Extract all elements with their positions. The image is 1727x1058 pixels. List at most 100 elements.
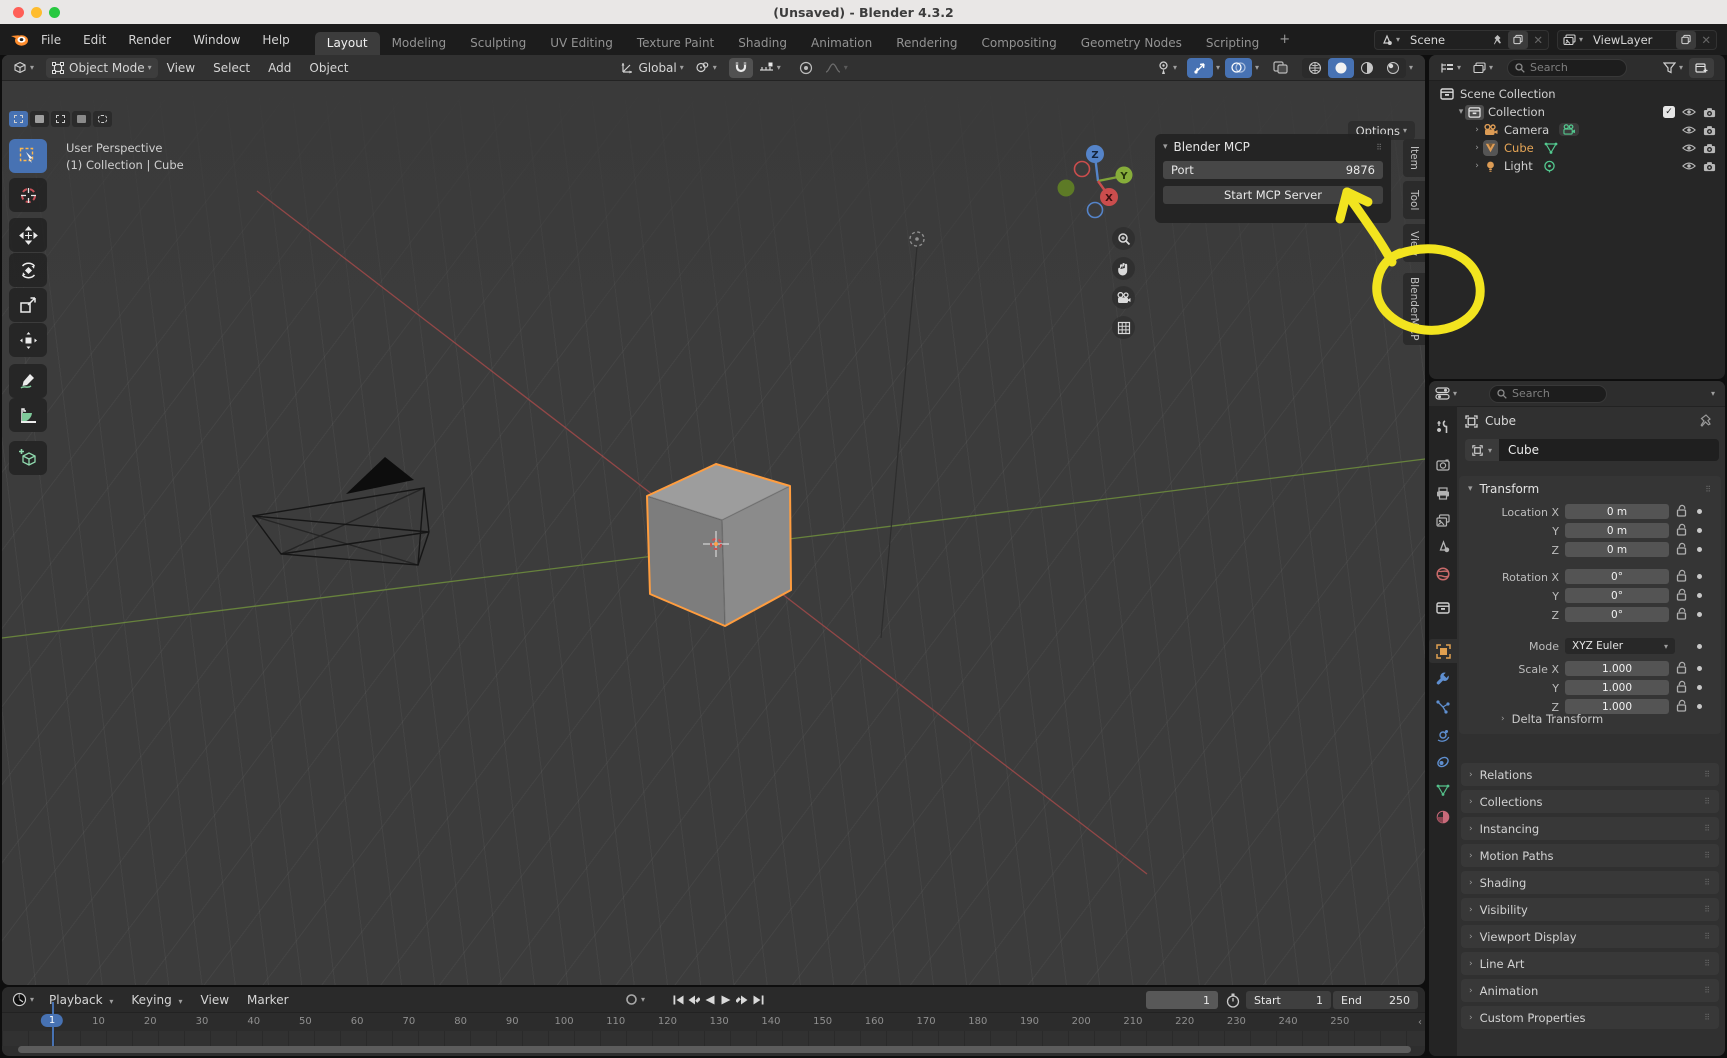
animate-property-dot[interactable] [1697,509,1702,514]
annotate-tool[interactable] [9,364,47,398]
properties-tab-physics[interactable] [1429,723,1457,747]
pin-scene-icon[interactable] [1487,31,1508,49]
properties-tab-world[interactable] [1429,562,1457,586]
animate-property-dot[interactable] [1697,528,1702,533]
new-collection-button[interactable] [1689,58,1714,78]
hide-viewport-eye-icon[interactable] [1681,141,1696,156]
timeline-keyframe-area[interactable] [2,1031,1425,1046]
hide-viewport-eye-icon[interactable] [1681,159,1696,174]
shading-options-chevron[interactable]: ▾ [1409,63,1413,72]
properties-tab-collection[interactable] [1429,596,1457,620]
end-frame-field[interactable]: End250 [1333,991,1418,1009]
collection-checkbox[interactable]: ✓ [1663,106,1675,118]
next-keyframe-button[interactable] [734,991,750,1009]
animate-property-dot[interactable] [1697,644,1702,649]
sidebar-tab-item[interactable]: Item [1403,139,1425,177]
pan-view-icon[interactable] [1112,257,1135,280]
properties-tab-object-data[interactable] [1429,778,1457,802]
lock-icon[interactable] [1676,680,1689,694]
timeline-ruler[interactable]: 1102030405060708090100110120130140150160… [2,1013,1425,1031]
editor-type-timeline-icon[interactable]: ▾ [6,990,40,1010]
camera-view-icon[interactable] [1112,286,1135,309]
shading-solid-button[interactable] [1328,58,1354,78]
workspace-tab-geometry-nodes[interactable]: Geometry Nodes [1069,32,1194,55]
transform-value-field[interactable]: 0° [1565,569,1669,584]
auto-keying-toggle[interactable]: ▾ [619,990,651,1010]
transform-value-field[interactable]: 0° [1565,607,1669,622]
outliner-row-collection[interactable]: ▾Collection✓ [1429,103,1725,121]
menu-help[interactable]: Help [251,24,300,55]
rotation-mode-dropdown[interactable]: XYZ Euler▾ [1565,638,1675,654]
workspace-tab-rendering[interactable]: Rendering [884,32,969,55]
current-frame-field[interactable]: 1 [1146,991,1218,1009]
timeline-menu-view[interactable]: View [192,993,238,1007]
new-scene-button[interactable] [1508,31,1528,49]
show-overlays-toggle[interactable] [1225,58,1252,78]
unlink-scene-icon[interactable]: ✕ [1528,31,1548,49]
viewlayer-name[interactable]: ViewLayer [1588,31,1676,49]
timeline-collapse-arrow[interactable]: ‹ [1418,1017,1422,1028]
animate-property-dot[interactable] [1697,666,1702,671]
timeline-menu-marker[interactable]: Marker [238,993,297,1007]
mcp-port-field[interactable]: Port 9876 [1163,161,1383,179]
move-tool[interactable] [9,218,47,252]
transform-orientation-dropdown[interactable]: Global▾ [615,58,689,78]
prev-keyframe-button[interactable] [686,991,702,1009]
select-mode-box[interactable] [30,111,49,127]
transform-tool[interactable] [9,323,47,357]
transform-value-field[interactable]: 0 m [1565,542,1669,557]
scene-name[interactable]: Scene [1405,31,1487,49]
disable-render-camera-icon[interactable] [1702,105,1717,120]
properties-tab-particles[interactable] [1429,695,1457,719]
lock-icon[interactable] [1676,542,1689,556]
browse-viewlayer-icon[interactable]: ▾ [1558,31,1588,49]
menu-render[interactable]: Render [117,24,182,55]
sidebar-tab-view[interactable]: View [1403,224,1425,262]
transform-value-field[interactable]: 0 m [1565,523,1669,538]
object-name-input[interactable]: Cube [1499,439,1719,461]
add-workspace-button[interactable]: + [1271,32,1298,47]
disable-render-camera-icon[interactable] [1702,141,1717,156]
proportional-editing-toggle[interactable] [793,58,819,78]
editor-type-3d-icon[interactable]: ▾ [6,58,40,78]
shading-wireframe-button[interactable] [1302,58,1328,78]
new-viewlayer-button[interactable] [1676,31,1696,49]
workspace-tab-sculpting[interactable]: Sculpting [458,32,538,55]
timeline-scrollbar[interactable] [18,1046,1411,1053]
pivot-point-dropdown[interactable]: ▾ [690,58,723,78]
properties-tab-render[interactable] [1429,453,1457,477]
section-line-art[interactable]: ›Line Art⠿ [1461,952,1719,975]
animate-property-dot[interactable] [1697,612,1702,617]
lock-icon[interactable] [1676,661,1689,675]
menu-edit[interactable]: Edit [72,24,117,55]
measure-tool[interactable] [9,398,47,432]
lock-icon[interactable] [1676,504,1689,518]
cursor-tool[interactable] [9,178,47,212]
start-frame-field[interactable]: Start1 [1246,991,1331,1009]
animate-property-dot[interactable] [1697,704,1702,709]
outliner-row-scene-collection[interactable]: Scene Collection [1429,85,1725,103]
transform-value-field[interactable]: 1.000 [1565,680,1669,695]
lock-icon[interactable] [1676,569,1689,583]
properties-tab-object[interactable] [1429,639,1457,663]
outliner-viewlayer-icon[interactable]: ▾ [1467,58,1499,78]
transform-value-field[interactable]: 1.000 [1565,661,1669,676]
section-motion-paths[interactable]: ›Motion Paths⠿ [1461,844,1719,867]
properties-options-chevron[interactable]: ▾ [1711,389,1715,398]
section-visibility[interactable]: ›Visibility⠿ [1461,898,1719,921]
start-mcp-server-button[interactable]: Start MCP Server [1163,186,1383,204]
hide-viewport-eye-icon[interactable] [1681,123,1696,138]
properties-tab-modifiers[interactable] [1429,667,1457,691]
chevron-right-icon[interactable]: › [1471,143,1483,153]
zoom-window-button[interactable] [49,7,60,18]
properties-tab-tool[interactable] [1429,415,1457,439]
pin-id-icon[interactable] [1699,414,1712,427]
proportional-falloff-dropdown[interactable]: ▾ [819,58,854,78]
minimize-window-button[interactable] [31,7,42,18]
section-instancing[interactable]: ›Instancing⠿ [1461,817,1719,840]
section-relations[interactable]: ›Relations⠿ [1461,763,1719,786]
transform-value-field[interactable]: 0 m [1565,504,1669,519]
properties-tab-material[interactable] [1429,805,1457,829]
select-mode-circle[interactable] [51,111,70,127]
shading-material-button[interactable] [1354,58,1380,78]
